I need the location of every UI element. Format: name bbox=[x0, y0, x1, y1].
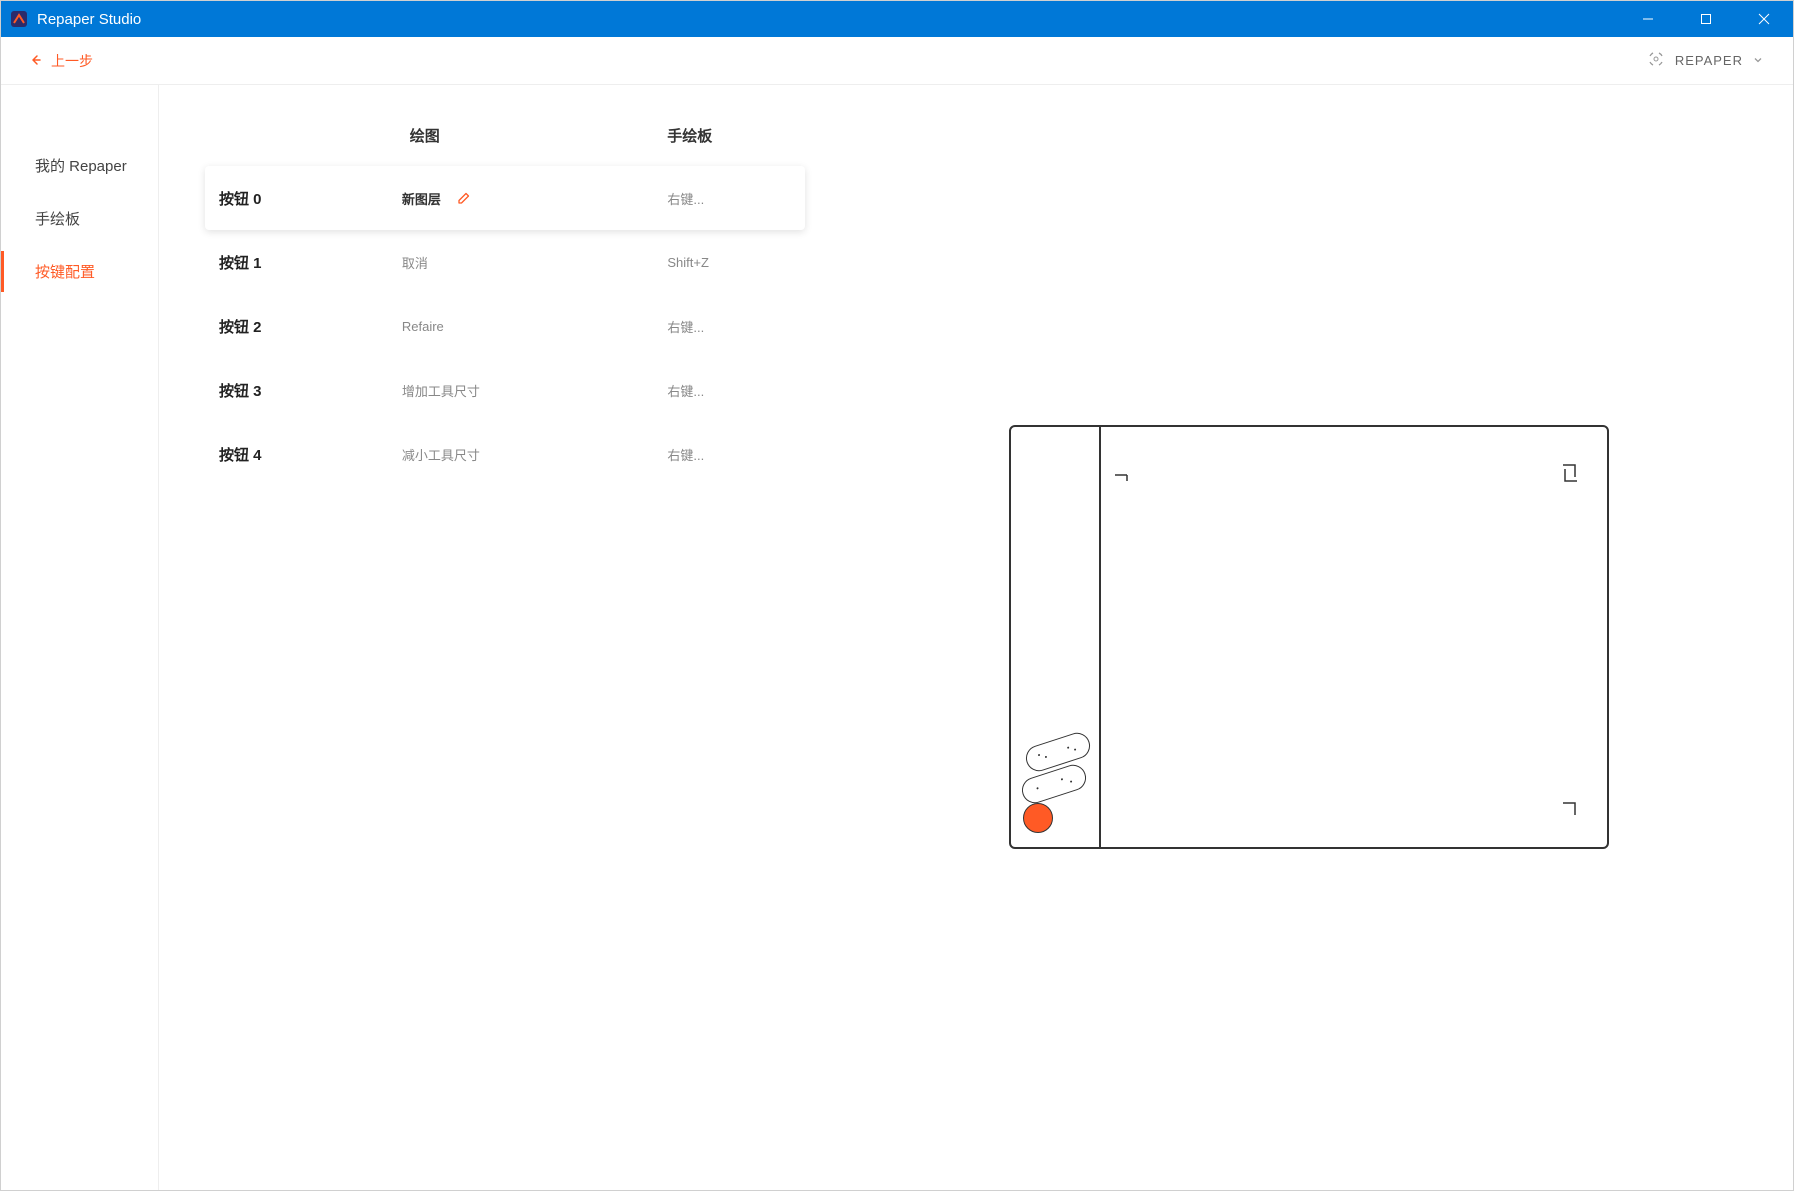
app-icon bbox=[9, 9, 29, 29]
cell-button-name: 按钮 0 bbox=[219, 188, 402, 209]
table-row[interactable]: 按钮 3 增加工具尺寸 右键... bbox=[205, 358, 805, 422]
sidebar: 我的 Repaper 手绘板 按键配置 bbox=[1, 85, 159, 1190]
cell-button-name: 按钮 3 bbox=[219, 380, 402, 401]
device-label: REPAPER bbox=[1675, 53, 1743, 68]
table-row[interactable]: 按钮 0 新图层 右键... bbox=[205, 166, 805, 230]
edit-icon[interactable] bbox=[453, 187, 475, 209]
header-tablet: 手绘板 bbox=[667, 125, 839, 146]
cell-button-name: 按钮 2 bbox=[219, 316, 402, 337]
back-label: 上一步 bbox=[51, 51, 93, 71]
sidebar-item-tablet[interactable]: 手绘板 bbox=[1, 198, 158, 239]
header-drawing: 绘图 bbox=[410, 125, 668, 146]
sidebar-item-key-config[interactable]: 按键配置 bbox=[1, 251, 158, 292]
back-arrow-icon bbox=[29, 53, 41, 69]
table-row[interactable]: 按钮 4 减小工具尺寸 右键... bbox=[205, 422, 805, 486]
cell-tablet-action: 右键... bbox=[667, 445, 805, 464]
minimize-button[interactable] bbox=[1619, 1, 1677, 37]
cell-drawing-action: Refaire bbox=[402, 319, 444, 334]
cell-drawing-action: 减小工具尺寸 bbox=[402, 445, 480, 464]
cell-tablet-action: 右键... bbox=[667, 381, 805, 400]
cell-button-name: 按钮 4 bbox=[219, 444, 402, 465]
cell-tablet-action: 右键... bbox=[667, 189, 805, 208]
key-config-table: 绘图 手绘板 按钮 0 新图层 右键... 按钮 1 取消 bbox=[159, 85, 839, 1190]
app-window: Repaper Studio 上一步 REPAPER bbox=[0, 0, 1794, 1191]
table-row[interactable]: 按钮 2 Refaire 右键... bbox=[205, 294, 805, 358]
cell-drawing-action: 取消 bbox=[402, 253, 428, 272]
toolbar: 上一步 REPAPER bbox=[1, 37, 1793, 85]
tablet-buttons-graphic bbox=[1019, 739, 1091, 833]
content-area: 绘图 手绘板 按钮 0 新图层 右键... 按钮 1 取消 bbox=[159, 85, 1793, 1190]
cell-tablet-action: 右键... bbox=[667, 317, 805, 336]
tablet-round-button-icon bbox=[1023, 803, 1053, 833]
close-button[interactable] bbox=[1735, 1, 1793, 37]
cell-button-name: 按钮 1 bbox=[219, 252, 402, 273]
sidebar-item-my-repaper[interactable]: 我的 Repaper bbox=[1, 145, 158, 186]
device-selector[interactable]: REPAPER bbox=[1647, 50, 1763, 71]
main-area: 我的 Repaper 手绘板 按键配置 绘图 手绘板 按钮 0 新图层 bbox=[1, 85, 1793, 1190]
maximize-button[interactable] bbox=[1677, 1, 1735, 37]
titlebar: Repaper Studio bbox=[1, 1, 1793, 37]
cell-tablet-action: Shift+Z bbox=[667, 255, 805, 270]
back-button[interactable]: 上一步 bbox=[29, 51, 93, 71]
app-title: Repaper Studio bbox=[37, 11, 141, 28]
table-headers: 绘图 手绘板 bbox=[219, 125, 839, 166]
tablet-preview bbox=[1009, 425, 1609, 849]
device-target-icon bbox=[1647, 50, 1665, 71]
cell-drawing-action: 增加工具尺寸 bbox=[402, 381, 480, 400]
chevron-down-icon bbox=[1753, 53, 1763, 68]
table-row[interactable]: 按钮 1 取消 Shift+Z bbox=[205, 230, 805, 294]
tablet-preview-pane bbox=[839, 85, 1793, 1190]
cell-drawing-action: 新图层 bbox=[402, 189, 441, 208]
